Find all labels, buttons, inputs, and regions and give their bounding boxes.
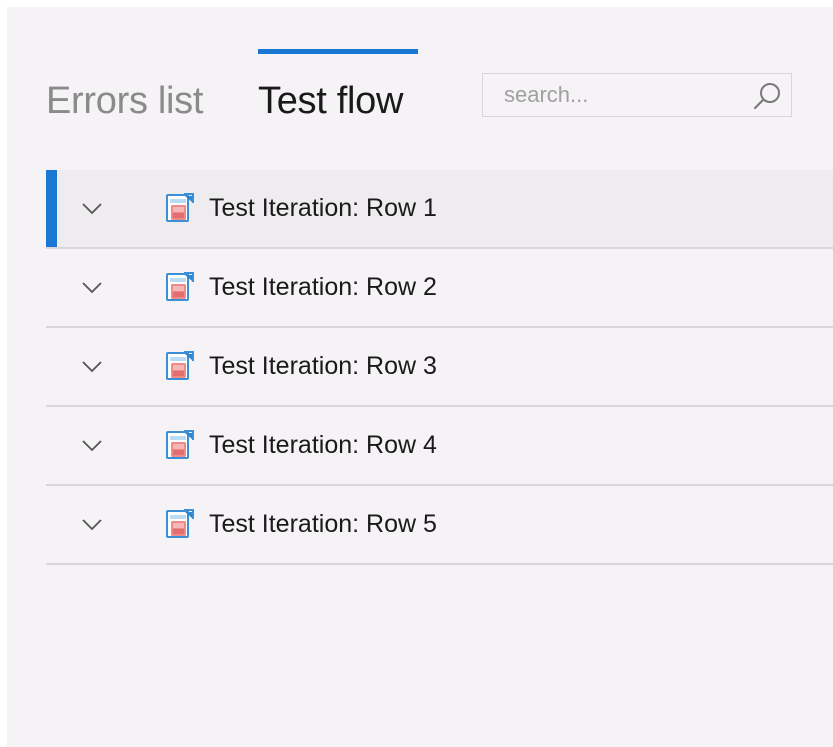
chevron-down-icon[interactable] [80,196,104,220]
tab-bar: Errors list Test flow [7,7,833,137]
test-iteration-label: Test Iteration: Row 5 [209,510,437,538]
test-iteration-icon [166,430,194,459]
chevron-down-icon[interactable] [80,275,104,299]
search-icon[interactable] [751,80,783,112]
test-iteration-icon [166,193,194,222]
test-flow-list: Test Iteration: Row 1 Test Iteration: Ro… [46,170,833,565]
test-iteration-label: Test Iteration: Row 4 [209,431,437,459]
test-iteration-label: Test Iteration: Row 3 [209,352,437,380]
selection-indicator [46,170,57,247]
tab-errors-list[interactable]: Errors list [46,79,203,123]
test-iteration-row[interactable]: Test Iteration: Row 3 [46,328,833,407]
chevron-down-icon[interactable] [80,433,104,457]
test-iteration-icon [166,509,194,538]
search-box [482,73,792,117]
test-iteration-icon [166,272,194,301]
test-iteration-row[interactable]: Test Iteration: Row 5 [46,486,833,565]
chevron-down-icon[interactable] [80,354,104,378]
test-iteration-row[interactable]: Test Iteration: Row 4 [46,407,833,486]
tab-test-flow[interactable]: Test flow [258,79,403,123]
active-tab-indicator [258,49,418,54]
test-iteration-label: Test Iteration: Row 1 [209,194,437,222]
test-results-panel: Errors list Test flow search... Test Ite… [7,7,833,747]
chevron-down-icon[interactable] [80,512,104,536]
search-input[interactable] [483,74,733,116]
test-iteration-label: Test Iteration: Row 2 [209,273,437,301]
test-iteration-icon [166,351,194,380]
test-iteration-row[interactable]: Test Iteration: Row 1 [46,170,833,249]
test-iteration-row[interactable]: Test Iteration: Row 2 [46,249,833,328]
